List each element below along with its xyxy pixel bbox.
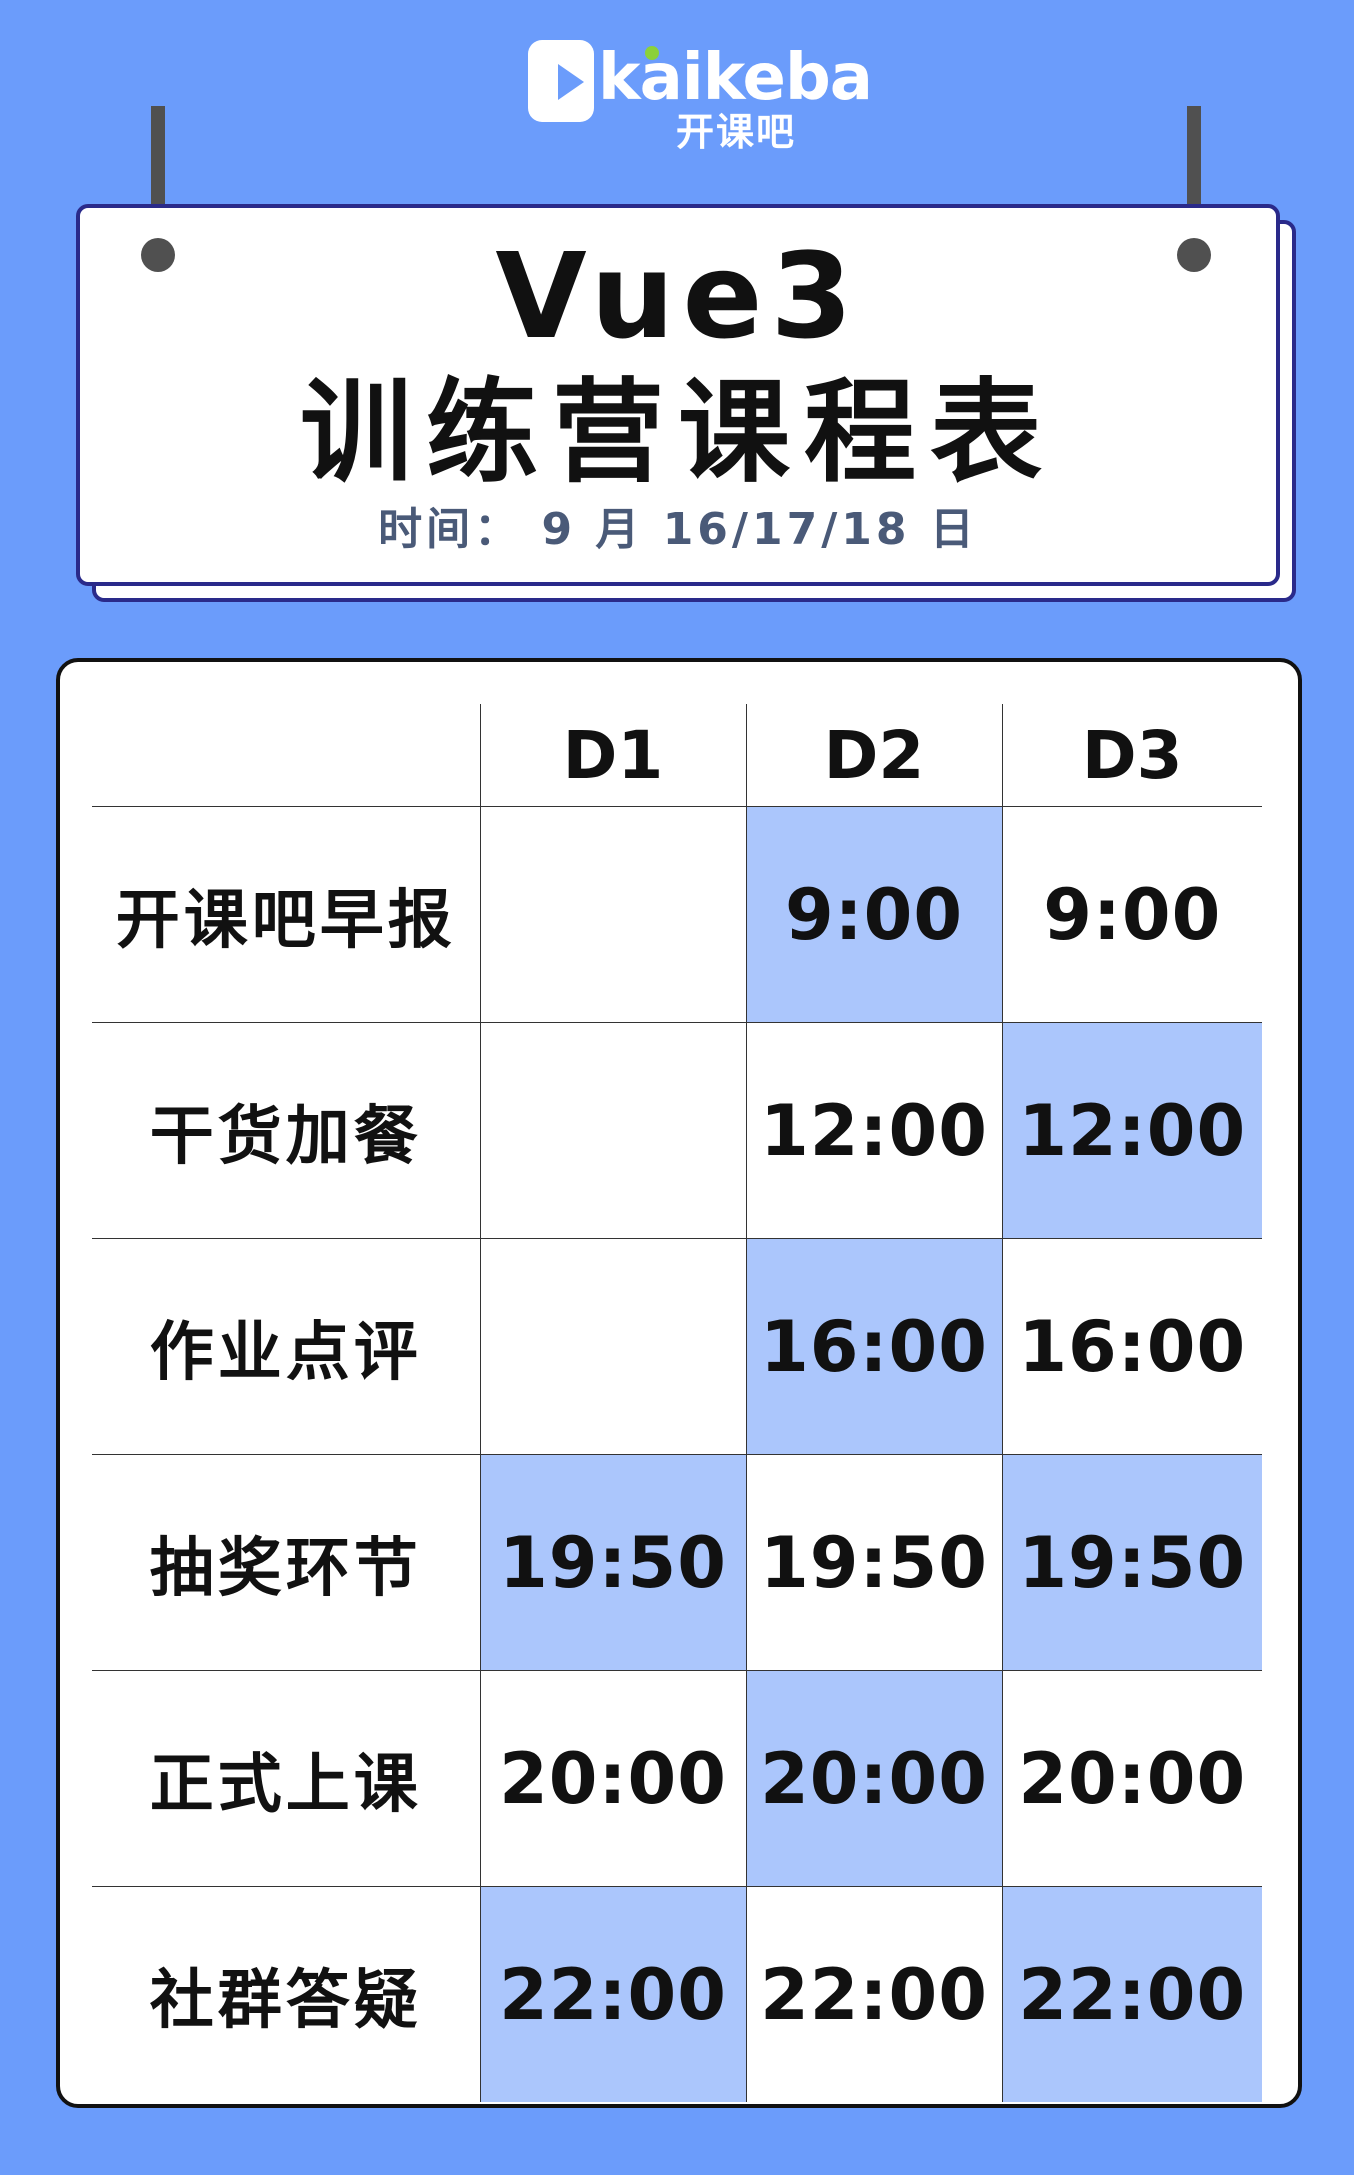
hanger-knob-left <box>141 238 175 272</box>
table-row: 开课吧早报 9:00 9:00 <box>92 806 1262 1023</box>
time-cell <box>479 1022 746 1239</box>
row-label: 开课吧早报 <box>92 806 480 1023</box>
table-row: 干货加餐 12:00 12:00 <box>92 1022 1262 1239</box>
table-row: 抽奖环节 19:50 19:50 19:50 <box>92 1454 1262 1671</box>
play-icon <box>528 40 594 122</box>
time-cell: 19:50 <box>479 1454 746 1671</box>
hanger-knob-right <box>1177 238 1211 272</box>
header-day-1: D1 <box>479 704 746 807</box>
header-day-3: D3 <box>1001 704 1262 807</box>
table-header-row: D1 D2 D3 <box>92 704 1262 807</box>
time-cell: 20:00 <box>1001 1670 1262 1887</box>
row-label: 干货加餐 <box>92 1022 480 1239</box>
time-cell: 16:00 <box>745 1238 1002 1455</box>
row-label: 正式上课 <box>92 1670 480 1887</box>
logo-subtitle: 开课吧 <box>676 110 797 154</box>
time-cell: 9:00 <box>745 806 1002 1023</box>
logo-dot-icon <box>645 46 659 60</box>
time-cell: 22:00 <box>479 1886 746 2102</box>
row-label: 作业点评 <box>92 1238 480 1455</box>
row-label: 社群答疑 <box>149 1963 422 2038</box>
time-cell: 19:50 <box>1001 1454 1262 1671</box>
table-row: 正式上课 20:00 20:00 20:00 <box>92 1670 1262 1887</box>
time-cell: 20:00 <box>745 1670 1002 1887</box>
time-cell <box>479 1238 746 1455</box>
time-cell: 16:00 <box>1001 1238 1262 1455</box>
header-empty-cell <box>92 704 480 807</box>
row-label: 抽奖环节 <box>92 1454 480 1671</box>
time-cell: 12:00 <box>1001 1022 1262 1239</box>
time-cell <box>479 806 746 1023</box>
title-course: Vue3 <box>495 227 861 365</box>
schedule-panel: D1 D2 D3 开课吧早报 9:00 9:00 干货加餐 12:00 12:0… <box>56 658 1302 2108</box>
title-date: 时间： 9 月 16/17/18 日 <box>378 504 978 555</box>
logo-wordmark: kaikeba <box>598 41 873 115</box>
time-cell: 9:00 <box>1001 806 1262 1023</box>
title-schedule: 训练营课程表 <box>300 368 1056 498</box>
time-cell: 22:00 <box>1001 1886 1262 2102</box>
title-card: Vue3 训练营课程表 时间： 9 月 16/17/18 日 <box>76 204 1280 586</box>
time-cell: 12:00 <box>745 1022 1002 1239</box>
kaikeba-logo: kaikeba 开课吧 <box>528 36 873 156</box>
header-day-2: D2 <box>745 704 1002 807</box>
time-cell: 19:50 <box>745 1454 1002 1671</box>
table-row: 作业点评 16:00 16:00 <box>92 1238 1262 1455</box>
table-row: 社群答疑 22:00 22:00 22:00 <box>92 1886 1262 2102</box>
schedule-table: D1 D2 D3 开课吧早报 9:00 9:00 干货加餐 12:00 12:0… <box>92 704 1262 2102</box>
time-cell: 20:00 <box>479 1670 746 1887</box>
time-cell: 22:00 <box>745 1886 1002 2102</box>
